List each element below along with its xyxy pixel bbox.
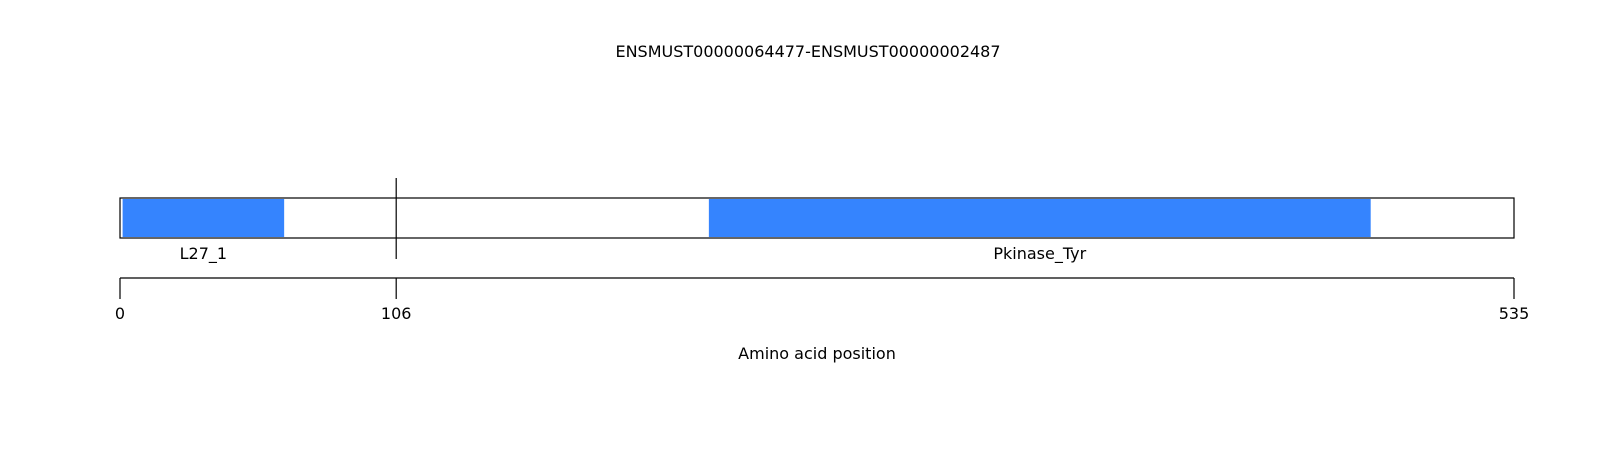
- x-axis-label: Amino acid position: [738, 344, 896, 363]
- domain-labels-layer: L27_1 Pkinase_Tyr: [180, 244, 1087, 264]
- figure-title: ENSMUST00000064477-ENSMUST00000002487: [615, 42, 1000, 61]
- tick-label: 535: [1499, 304, 1530, 323]
- domain-l27-1: [122, 199, 285, 237]
- ticks-layer: 0 106 535: [115, 278, 1529, 323]
- tick-label: 106: [381, 304, 412, 323]
- domain-pkinase-tyr: [708, 199, 1371, 237]
- domain-label: Pkinase_Tyr: [993, 244, 1086, 264]
- fusion-protein-figure: ENSMUST00000064477-ENSMUST00000002487 L2…: [0, 0, 1615, 452]
- tick-label: 0: [115, 304, 125, 323]
- domains-layer: [122, 199, 1371, 237]
- domain-label: L27_1: [180, 244, 227, 264]
- protein-domain-diagram: ENSMUST00000064477-ENSMUST00000002487 L2…: [115, 42, 1529, 363]
